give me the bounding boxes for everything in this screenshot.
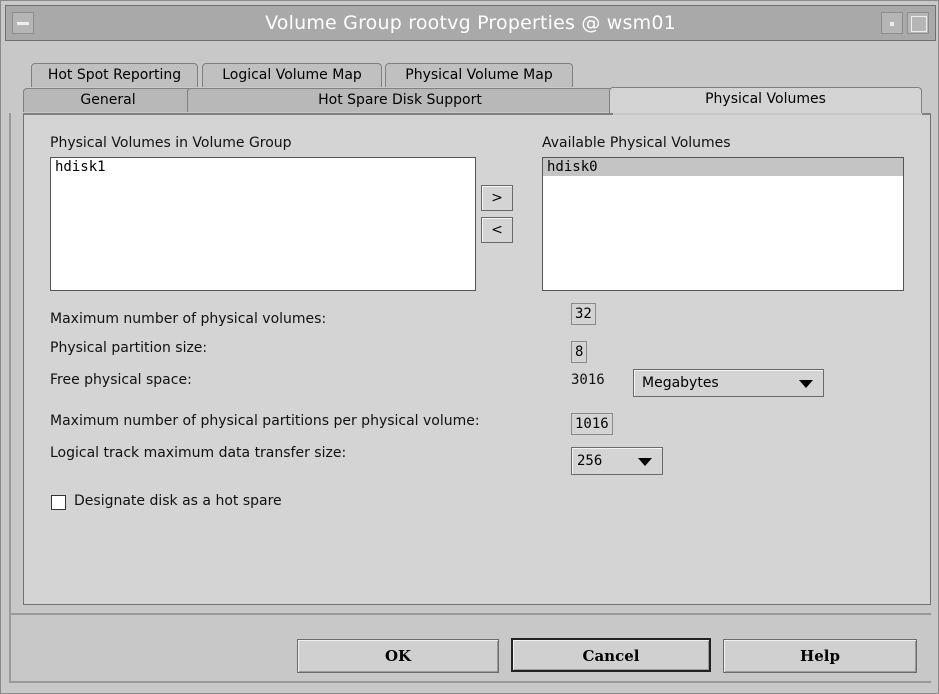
remove-volume-button[interactable]: <: [481, 217, 513, 243]
pp-size-label: Physical partition size:: [50, 340, 208, 356]
tab-physical-volume-map[interactable]: Physical Volume Map: [385, 63, 573, 87]
in-group-label: Physical Volumes in Volume Group: [50, 135, 292, 151]
max-pp-per-pv-value: 1016: [571, 413, 613, 435]
tab-hot-spare-disk-support[interactable]: Hot Spare Disk Support: [187, 88, 613, 112]
chevron-down-icon: [638, 458, 652, 466]
chevron-down-icon: [799, 380, 813, 388]
hot-spare-checkbox[interactable]: [51, 495, 66, 510]
free-space-unit-value: Megabytes: [642, 375, 719, 391]
max-pv-value: 32: [571, 303, 596, 325]
pp-size-value: 8: [571, 341, 588, 363]
list-item[interactable]: hdisk0: [543, 158, 903, 176]
tab-logical-volume-map[interactable]: Logical Volume Map: [202, 63, 382, 87]
tab-physical-volumes[interactable]: Physical Volumes: [609, 87, 922, 113]
max-pp-per-pv-label: Maximum number of physical partitions pe…: [50, 413, 480, 429]
ltg-size-value: 256: [577, 453, 603, 469]
free-space-unit-select[interactable]: Megabytes: [633, 369, 824, 397]
free-space-value: 3016: [571, 372, 605, 388]
list-item[interactable]: hdisk1: [51, 158, 475, 176]
add-volume-button[interactable]: >: [481, 185, 513, 211]
ltg-size-select[interactable]: 256: [571, 447, 663, 475]
tab-hot-spot-reporting[interactable]: Hot Spot Reporting: [31, 63, 198, 87]
dialog-window: Volume Group rootvg Properties @ wsm01 H…: [0, 0, 939, 694]
minimize-icon[interactable]: [881, 12, 903, 34]
title-bar[interactable]: Volume Group rootvg Properties @ wsm01: [5, 5, 936, 41]
ok-button[interactable]: OK: [297, 639, 499, 673]
physical-volumes-panel: Physical Volumes in Volume Group hdisk1 …: [23, 115, 931, 605]
help-button[interactable]: Help: [723, 639, 917, 673]
button-area-separator: [9, 613, 931, 615]
available-listbox[interactable]: hdisk0: [542, 157, 904, 291]
max-pv-label: Maximum number of physical volumes:: [50, 311, 327, 327]
cancel-button[interactable]: Cancel: [511, 638, 711, 672]
hot-spare-label: Designate disk as a hot spare: [74, 493, 282, 509]
left-border: [9, 113, 11, 683]
ltg-label: Logical track maximum data transfer size…: [50, 445, 347, 461]
tab-general[interactable]: General: [23, 88, 193, 112]
free-space-label: Free physical space:: [50, 372, 192, 388]
bottom-border: [9, 681, 931, 683]
in-group-listbox[interactable]: hdisk1: [50, 157, 476, 291]
window-title: Volume Group rootvg Properties @ wsm01: [265, 12, 676, 34]
available-label: Available Physical Volumes: [542, 135, 731, 151]
maximize-icon[interactable]: [907, 12, 929, 34]
